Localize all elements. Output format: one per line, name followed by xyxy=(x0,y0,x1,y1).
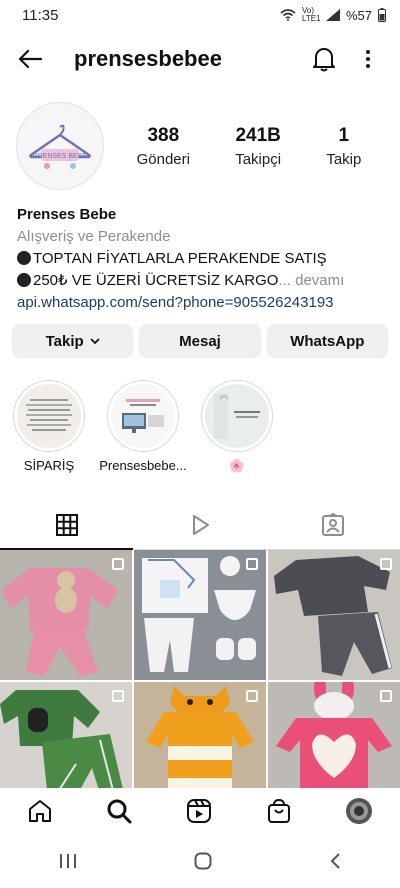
tagged-person-icon xyxy=(322,512,345,536)
highlight-label: 🌸 xyxy=(228,458,246,473)
reels-icon xyxy=(186,798,211,823)
multi-post-icon xyxy=(112,690,124,702)
system-navigation xyxy=(0,838,400,888)
highlight-item[interactable]: 🌸 xyxy=(200,380,274,474)
arrow-left-icon xyxy=(18,49,42,69)
profile-username: prensesbebee xyxy=(74,46,222,71)
nav-shop[interactable] xyxy=(266,798,292,829)
more-options-button[interactable] xyxy=(352,43,384,75)
multi-post-icon xyxy=(246,690,258,702)
multi-post-icon xyxy=(246,558,258,570)
black-circle-icon xyxy=(17,251,31,265)
battery-level: %57 xyxy=(345,7,372,23)
battery-icon xyxy=(378,8,386,22)
home-icon xyxy=(28,799,51,822)
avatar[interactable]: PRENSES BEBE xyxy=(16,102,104,190)
shopping-bag-icon xyxy=(267,798,290,823)
story-highlights: SİPARİŞ Prensesbebe... 🌸 xyxy=(0,358,400,474)
stat-label: Takip xyxy=(326,150,362,168)
notifications-button[interactable] xyxy=(308,43,340,75)
post-thumbnail[interactable] xyxy=(268,550,400,680)
tab-reels[interactable] xyxy=(133,500,266,549)
wifi-icon xyxy=(280,9,296,21)
multi-post-icon xyxy=(380,558,392,570)
highlight-label: Prensesbebe... xyxy=(99,458,187,473)
profile-stats: 388 Gönderi 241B Takipçi 1 Takip xyxy=(114,125,384,168)
highlight-ring xyxy=(107,380,179,452)
highlight-ring xyxy=(201,380,273,452)
stat-value: 388 xyxy=(147,124,180,146)
chevron-down-icon xyxy=(90,338,100,345)
highlight-cover xyxy=(111,384,175,448)
recent-apps-button[interactable] xyxy=(59,853,77,874)
network-indicator: Vo) LTE1 xyxy=(301,6,321,23)
stat-value: 241B xyxy=(235,124,281,146)
highlight-cover-graphic xyxy=(206,385,268,447)
highlight-item[interactable]: Prensesbebe... xyxy=(99,380,187,474)
bell-icon xyxy=(313,48,335,72)
profile-category: Alışveriş ve Perakende xyxy=(17,228,171,245)
follow-button-label: Takip xyxy=(45,332,84,350)
system-back-button[interactable] xyxy=(329,852,341,875)
nav-home[interactable] xyxy=(27,798,53,829)
highlight-cover-graphic xyxy=(122,399,164,433)
bio-line: 250₺ VE ÜZERİ ÜCRETSİZ KARGO... devamı xyxy=(17,270,384,292)
more-link[interactable]: ... devamı xyxy=(278,272,344,289)
stat-followers[interactable]: 241B Takipçi xyxy=(235,125,281,168)
post-thumbnail[interactable] xyxy=(134,550,266,680)
highlight-cover-graphic xyxy=(26,399,72,431)
profile-avatar-icon xyxy=(346,797,373,824)
multi-post-icon xyxy=(380,690,392,702)
status-bar: 11:35 Vo) LTE1 %57 xyxy=(0,0,400,30)
stat-label: Gönderi xyxy=(136,150,190,168)
message-button-label: Mesaj xyxy=(179,332,221,350)
highlight-label: SİPARİŞ xyxy=(23,458,75,473)
stat-value: 1 xyxy=(338,124,350,146)
signal-icon xyxy=(325,9,340,21)
whatsapp-button[interactable]: WhatsApp xyxy=(266,324,388,358)
avatar-brand-text: PRENSES BEBE xyxy=(33,153,87,160)
black-circle-icon xyxy=(17,273,31,287)
more-vertical-icon xyxy=(366,50,370,68)
stat-posts[interactable]: 388 Gönderi xyxy=(137,125,190,168)
nav-reels[interactable] xyxy=(186,798,212,829)
bio-line: TOPTAN FİYATLARLA PERAKENDE SATIŞ xyxy=(17,248,384,270)
tab-tagged[interactable] xyxy=(267,500,400,549)
highlight-item[interactable]: SİPARİŞ xyxy=(12,380,86,474)
highlight-cover xyxy=(205,384,269,448)
grid-icon xyxy=(55,513,78,536)
bio-line-text: 250₺ VE ÜZERİ ÜCRETSİZ KARGO xyxy=(33,272,279,289)
bio-line-text: TOPTAN FİYATLARLA PERAKENDE SATIŞ xyxy=(33,250,327,267)
chevron-left-icon xyxy=(330,852,341,869)
profile-tabs xyxy=(0,500,400,550)
nav-search[interactable] xyxy=(106,798,132,829)
hanger-logo: PRENSES BEBE xyxy=(29,124,91,169)
highlight-cover xyxy=(17,384,81,448)
status-time: 11:35 xyxy=(22,6,59,24)
profile-link[interactable]: api.whatsapp.com/send?phone=905526243193 xyxy=(17,292,384,314)
message-button[interactable]: Mesaj xyxy=(139,324,261,358)
home-button[interactable] xyxy=(194,852,212,875)
profile-actions: Takip Mesaj WhatsApp xyxy=(0,314,400,358)
play-icon xyxy=(192,514,209,535)
post-thumbnail[interactable] xyxy=(0,550,132,680)
multi-post-icon xyxy=(112,558,124,570)
stat-following[interactable]: 1 Takip xyxy=(326,125,361,168)
whatsapp-button-label: WhatsApp xyxy=(290,332,365,350)
highlight-ring xyxy=(13,380,85,452)
home-circle-icon xyxy=(194,852,212,869)
profile-bio: Prenses Bebe Alışveriş ve Perakende TOPT… xyxy=(0,190,400,314)
search-icon xyxy=(107,799,132,823)
posts-grid xyxy=(0,550,400,812)
stat-label: Takipçi xyxy=(235,150,282,168)
profile-header: PRENSES BEBE 388 Gönderi 241B Takipçi 1 … xyxy=(0,88,400,190)
back-button[interactable] xyxy=(16,45,44,73)
profile-name: Prenses Bebe xyxy=(17,206,117,223)
nav-profile[interactable] xyxy=(345,797,373,830)
recent-apps-icon xyxy=(59,853,76,868)
bottom-navigation xyxy=(0,788,400,838)
follow-button[interactable]: Takip xyxy=(12,324,134,358)
tab-posts-grid[interactable] xyxy=(0,500,134,550)
app-bar: prensesbebee xyxy=(0,30,400,88)
